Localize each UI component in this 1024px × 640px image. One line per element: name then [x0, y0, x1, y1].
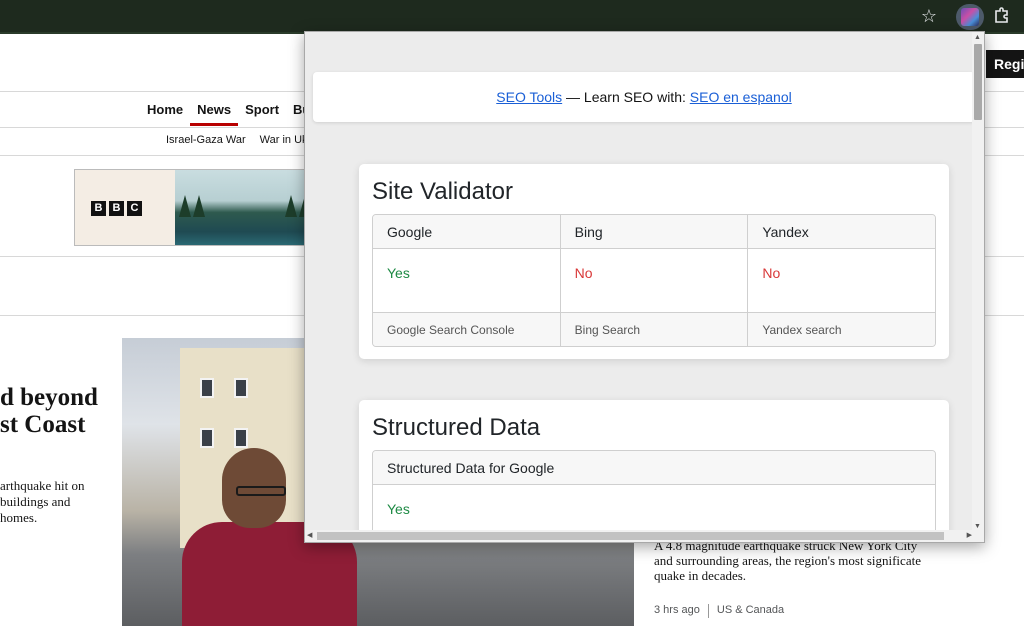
side-story-meta: 3 hrs ago US & Canada	[654, 604, 784, 618]
table-header-row: Structured Data for Google	[373, 451, 935, 485]
house-window	[200, 378, 214, 398]
column-structured-data-google: Structured Data for Google	[387, 460, 555, 476]
scroll-right-icon[interactable]: ▶	[967, 531, 972, 539]
lead-headline[interactable]: d beyond st Coast	[0, 384, 98, 438]
tree-shape	[179, 195, 191, 217]
column-bing: Bing	[561, 215, 749, 248]
seo-extension-icon	[961, 8, 979, 26]
table-footer-row: Google Search Console Bing Search Yandex…	[373, 312, 935, 346]
scroll-up-icon[interactable]: ▲	[974, 34, 981, 41]
lead-summary: arthquake hit on buildings and homes.	[0, 478, 84, 526]
logo-letter: C	[127, 201, 142, 216]
advert-banner[interactable]: B B C	[74, 169, 334, 246]
person-glasses	[236, 486, 286, 496]
house-window	[234, 428, 248, 448]
star-icon[interactable]: ☆	[919, 6, 939, 26]
story-section-link[interactable]: US & Canada	[717, 604, 784, 618]
yandex-search-link[interactable]: Yandex search	[748, 313, 935, 346]
site-validator-card: Site Validator Google Bing Yandex Yes No…	[359, 164, 949, 359]
logo-letter: B	[109, 201, 124, 216]
google-status: Yes	[373, 249, 561, 312]
seo-tools-link[interactable]: SEO Tools	[496, 89, 562, 105]
seo-en-espanol-link[interactable]: SEO en espanol	[690, 89, 792, 105]
side-story-summary[interactable]: A 4.8 magnitude earthquake struck New Yo…	[654, 538, 924, 583]
horizontal-scrollbar[interactable]: ◀ ▶	[305, 530, 984, 542]
tree-shape	[285, 195, 297, 217]
sub-nav: Israel-Gaza War War in Ukr	[166, 134, 311, 146]
validator-table: Google Bing Yandex Yes No No Google Sear…	[372, 214, 936, 347]
table-row: Yes No No	[373, 249, 935, 312]
scrollbar-thumb[interactable]	[974, 44, 982, 120]
card-title: Site Validator	[372, 178, 513, 205]
tree-shape	[193, 195, 205, 217]
seo-extension-button[interactable]	[956, 4, 984, 30]
house-window	[234, 378, 248, 398]
meta-separator	[707, 604, 709, 618]
summary-line: arthquake hit on	[0, 478, 85, 493]
register-button[interactable]: Regis	[986, 50, 1024, 78]
table-header-row: Google Bing Yandex	[373, 215, 935, 249]
column-google: Google	[373, 215, 561, 248]
card-title: Structured Data	[372, 414, 541, 441]
scrollbar-thumb[interactable]	[317, 532, 944, 540]
headline-line: st Coast	[0, 411, 86, 438]
bing-status: No	[561, 249, 749, 312]
header-text: — Learn SEO with:	[562, 89, 690, 105]
column-yandex: Yandex	[762, 224, 809, 240]
vertical-scrollbar[interactable]: ▲ ▼	[972, 32, 984, 532]
seo-extension-popup: SEO Tools — Learn SEO with: SEO en espan…	[304, 31, 985, 543]
bbc-logo: B B C	[91, 201, 142, 216]
structured-data-card: Structured Data Structured Data for Goog…	[359, 400, 949, 542]
subnav-item-israel-gaza[interactable]: Israel-Gaza War	[166, 134, 246, 146]
google-search-console-link[interactable]: Google Search Console	[373, 313, 561, 346]
headline-line: d beyond	[0, 384, 98, 411]
logo-letter: B	[91, 201, 106, 216]
browser-toolbar: ☆	[0, 0, 1024, 34]
summary-line: homes.	[0, 510, 38, 525]
puzzle-icon[interactable]	[992, 6, 1012, 26]
house-window	[200, 428, 214, 448]
yandex-status: No	[762, 265, 781, 281]
story-time: 3 hrs ago	[654, 604, 700, 616]
nav-item-news[interactable]: News	[190, 102, 239, 126]
bing-search-link[interactable]: Bing Search	[561, 313, 749, 346]
nav-item-sport[interactable]: Sport	[238, 102, 286, 126]
popup-header: SEO Tools — Learn SEO with: SEO en espan…	[313, 72, 975, 122]
nav-item-home[interactable]: Home	[140, 102, 190, 126]
scroll-down-icon[interactable]: ▼	[974, 523, 981, 530]
summary-line: buildings and	[0, 494, 71, 509]
scroll-left-icon[interactable]: ◀	[307, 531, 312, 539]
